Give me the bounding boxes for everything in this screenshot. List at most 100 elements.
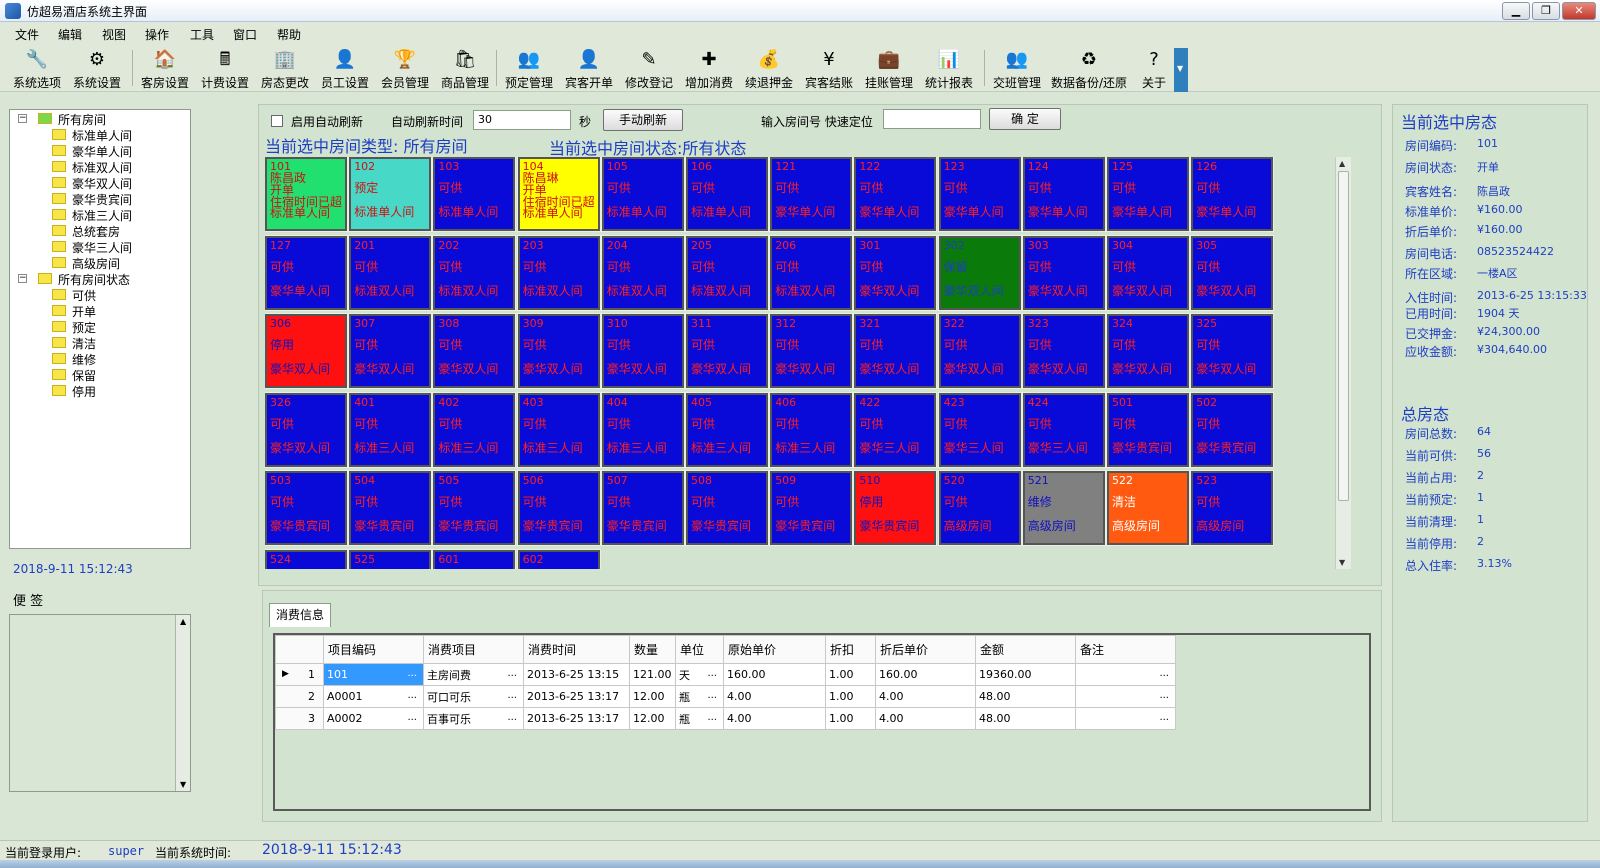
room-tile[interactable]: 523 可供 高级房间 xyxy=(1190,470,1275,546)
cell-code[interactable]: A0002... xyxy=(323,707,424,730)
room-tile[interactable]: 307 可供 豪华双人间 xyxy=(348,313,433,389)
minimize-button[interactable]: ▁ xyxy=(1502,2,1530,20)
room-tile[interactable]: 123 可供 豪华单人间 xyxy=(937,157,1022,232)
cell-time[interactable]: 2013-6-25 13:17 xyxy=(523,685,630,708)
menu-tools[interactable]: 工具 xyxy=(190,26,214,43)
room-tile[interactable]: 521 维修 高级房间 xyxy=(1021,470,1106,546)
row-header[interactable]: 3 xyxy=(275,707,324,730)
ellipsis-button[interactable]: ... xyxy=(407,668,417,679)
col-header[interactable]: 单位 xyxy=(675,635,724,664)
col-header[interactable]: 项目编码 xyxy=(323,635,424,664)
room-tile[interactable]: 312 可供 豪华双人间 xyxy=(769,313,854,389)
cell-note[interactable]: ... xyxy=(1075,707,1176,730)
room-tile[interactable]: 104 陈昌琳 开单 住宿时间已超 标准单人间 xyxy=(516,157,601,232)
room-tile[interactable]: 403 可供 标准三人间 xyxy=(516,391,601,468)
cell-item[interactable]: 百事可乐... xyxy=(423,707,524,730)
cell-disc[interactable]: 1.00 xyxy=(825,707,876,730)
room-tile[interactable]: 203 可供 标准双人间 xyxy=(516,234,601,311)
room-tile[interactable]: 311 可供 豪华双人间 xyxy=(685,313,769,389)
room-tile[interactable]: 504 可供 豪华贵宾间 xyxy=(348,470,433,546)
cell-after[interactable]: 4.00 xyxy=(875,707,976,730)
cell-after[interactable]: 160.00 xyxy=(875,663,976,686)
toolbar-button-reservation[interactable]: 👥 预定管理 xyxy=(500,46,558,90)
room-tile[interactable]: 309 可供 豪华双人间 xyxy=(516,313,601,389)
cell-unit[interactable]: 天... xyxy=(675,663,724,686)
toolbar-button-staff-settings[interactable]: 👤 员工设置 xyxy=(316,46,374,90)
cell-code[interactable]: 101... xyxy=(323,663,424,686)
room-tile[interactable]: 324 可供 豪华双人间 xyxy=(1106,313,1190,389)
room-tile[interactable]: 505 可供 豪华贵宾间 xyxy=(432,470,517,546)
cell-amount[interactable]: 48.00 xyxy=(975,707,1076,730)
room-tile[interactable]: 323 可供 豪华双人间 xyxy=(1021,313,1106,389)
memo-textarea[interactable]: ▲ ▼ xyxy=(9,614,191,792)
refresh-time-input[interactable]: 30 xyxy=(473,110,571,130)
toolbar-button-edit-registration[interactable]: ✎ 修改登记 xyxy=(620,46,678,90)
cell-time[interactable]: 2013-6-25 13:17 xyxy=(523,707,630,730)
maximize-button[interactable]: ❐ xyxy=(1532,2,1560,20)
toolbar-button-credit-account[interactable]: 💼 挂账管理 xyxy=(860,46,918,90)
room-tile[interactable]: 127 可供 豪华单人间 xyxy=(265,234,348,311)
room-tile[interactable]: 321 可供 豪华双人间 xyxy=(853,313,938,389)
toolbar-button-room-status-change[interactable]: 🏢 房态更改 xyxy=(256,46,314,90)
cell-unit[interactable]: 瓶... xyxy=(675,707,724,730)
ellipsis-button[interactable]: ... xyxy=(707,690,717,701)
toolbar-button-member[interactable]: 🏆 会员管理 xyxy=(376,46,434,90)
room-tile[interactable]: 501 可供 豪华贵宾间 xyxy=(1106,391,1190,468)
collapse-toggle-icon[interactable]: − xyxy=(18,274,27,283)
room-tile[interactable]: 404 可供 标准三人间 xyxy=(600,391,685,468)
room-tile[interactable]: 204 可供 标准双人间 xyxy=(600,234,685,311)
col-header[interactable]: 折扣 xyxy=(825,635,876,664)
toolbar-button-help[interactable]: ? 关于 xyxy=(1136,46,1172,90)
toolbar-button-goods[interactable]: 🛍 商品管理 xyxy=(436,46,494,90)
menu-file[interactable]: 文件 xyxy=(15,26,39,43)
cell-unit[interactable]: 瓶... xyxy=(675,685,724,708)
room-tile[interactable]: 305 可供 豪华双人间 xyxy=(1190,234,1275,311)
ellipsis-button[interactable]: ... xyxy=(707,712,717,723)
room-tile[interactable]: 122 可供 豪华单人间 xyxy=(853,157,938,232)
scroll-thumb[interactable] xyxy=(1338,171,1349,501)
cell-code[interactable]: A0001... xyxy=(323,685,424,708)
toolbar-button-room-settings[interactable]: 🏠 客房设置 xyxy=(136,46,194,90)
ellipsis-button[interactable]: ... xyxy=(1159,690,1169,701)
room-tile[interactable]: 326 可供 豪华双人间 xyxy=(265,391,348,468)
room-tile[interactable]: 308 可供 豪华双人间 xyxy=(432,313,517,389)
room-tile[interactable]: 423 可供 豪华三人间 xyxy=(937,391,1022,468)
room-tile[interactable]: 303 可供 豪华双人间 xyxy=(1021,234,1106,311)
cell-amount[interactable]: 48.00 xyxy=(975,685,1076,708)
menu-edit[interactable]: 编辑 xyxy=(58,26,82,43)
room-tile[interactable]: 502 可供 豪华贵宾间 xyxy=(1190,391,1275,468)
room-tile[interactable]: 121 可供 豪华单人间 xyxy=(769,157,854,232)
room-tile[interactable]: 102 预定 标准单人间 xyxy=(348,157,433,232)
room-tile[interactable]: 125 可供 豪华单人间 xyxy=(1106,157,1190,232)
room-tile[interactable]: 126 可供 豪华单人间 xyxy=(1190,157,1275,232)
room-tile[interactable]: 310 可供 豪华双人间 xyxy=(600,313,685,389)
collapse-toggle-icon[interactable]: − xyxy=(18,114,27,123)
toolbar-button-settings-options[interactable]: 🔧 系统选项 xyxy=(8,46,66,90)
room-tile[interactable]: 103 可供 标准单人间 xyxy=(432,157,517,232)
ellipsis-button[interactable]: ... xyxy=(507,712,517,723)
cell-amount[interactable]: 19360.00 xyxy=(975,663,1076,686)
room-tile[interactable]: 601 xyxy=(432,548,517,569)
room-tile[interactable]: 402 可供 标准三人间 xyxy=(432,391,517,468)
room-tile[interactable]: 507 可供 豪华贵宾间 xyxy=(600,470,685,546)
room-tile[interactable]: 520 可供 高级房间 xyxy=(937,470,1022,546)
room-tile[interactable]: 201 可供 标准双人间 xyxy=(348,234,433,311)
ellipsis-button[interactable]: ... xyxy=(1159,712,1169,723)
room-tile[interactable]: 306 停用 豪华双人间 xyxy=(265,313,348,389)
room-tile[interactable]: 105 可供 标准单人间 xyxy=(600,157,685,232)
cell-time[interactable]: 2013-6-25 13:15 xyxy=(523,663,630,686)
col-header[interactable]: 消费时间 xyxy=(523,635,630,664)
toolbar-button-billing-settings[interactable]: 🖩 计费设置 xyxy=(196,46,254,90)
menu-view[interactable]: 视图 xyxy=(102,26,126,43)
room-tile[interactable]: 508 可供 豪华贵宾间 xyxy=(685,470,769,546)
memo-scrollbar[interactable]: ▲ ▼ xyxy=(175,615,190,791)
ellipsis-button[interactable]: ... xyxy=(407,712,417,723)
room-tile[interactable]: 205 可供 标准双人间 xyxy=(685,234,769,311)
confirm-button[interactable]: 确 定 xyxy=(989,108,1061,130)
toolbar-button-system-settings[interactable]: ⚙ 系统设置 xyxy=(68,46,126,90)
cell-qty[interactable]: 12.00 xyxy=(629,685,676,708)
room-tile[interactable]: 406 可供 标准三人间 xyxy=(769,391,854,468)
room-tile[interactable]: 424 可供 豪华三人间 xyxy=(1021,391,1106,468)
ellipsis-button[interactable]: ... xyxy=(407,690,417,701)
ellipsis-button[interactable]: ... xyxy=(707,668,717,679)
